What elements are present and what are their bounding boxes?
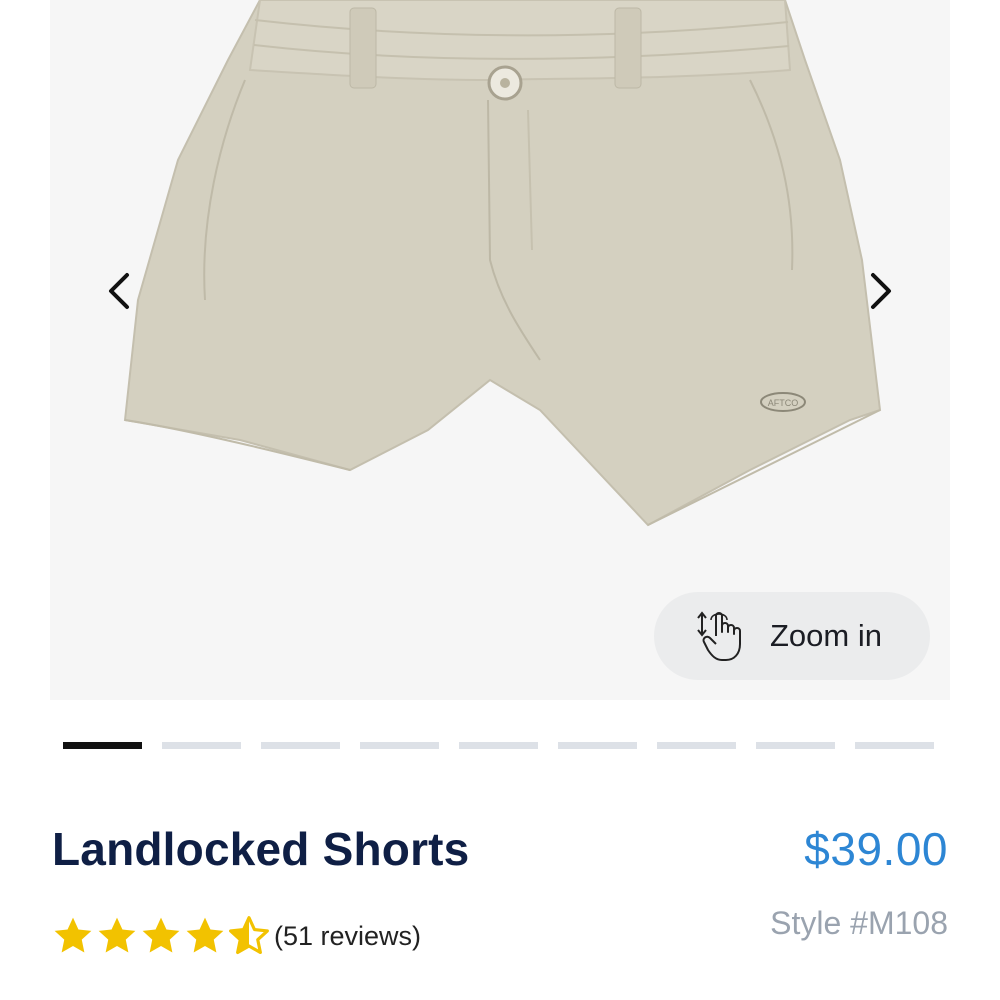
star-icon [54,917,92,953]
touch-zoom-icon [692,608,752,664]
pager-dot[interactable] [63,742,142,749]
style-number: Style #M108 [770,905,948,941]
previous-image-button[interactable] [95,265,145,317]
product-title: Landlocked Shorts [52,823,470,875]
image-pager [63,742,934,749]
star-icon [142,917,180,953]
star-icon [186,917,224,953]
pager-dot[interactable] [657,742,736,749]
brand-logo: AFTCO [768,398,799,408]
chevron-right-icon [871,273,891,309]
pager-dot[interactable] [261,742,340,749]
zoom-in-label: Zoom in [770,618,882,653]
star-icon [98,917,136,953]
pager-dot[interactable] [162,742,241,749]
star-rating [52,915,270,957]
pager-dot[interactable] [756,742,835,749]
pager-dot[interactable] [558,742,637,749]
product-rating[interactable]: (51 reviews) [52,915,421,957]
next-image-button[interactable] [855,265,905,317]
pager-dot[interactable] [855,742,934,749]
zoom-in-button[interactable]: Zoom in [654,592,930,680]
pager-dot[interactable] [360,742,439,749]
pager-dot[interactable] [459,742,538,749]
product-image-gallery[interactable]: AFTCO Zoom in [50,0,950,700]
half-star-icon [229,916,269,955]
chevron-left-icon [109,273,129,309]
product-price: $39.00 [804,823,948,875]
review-count-link[interactable]: (51 reviews) [274,921,421,952]
